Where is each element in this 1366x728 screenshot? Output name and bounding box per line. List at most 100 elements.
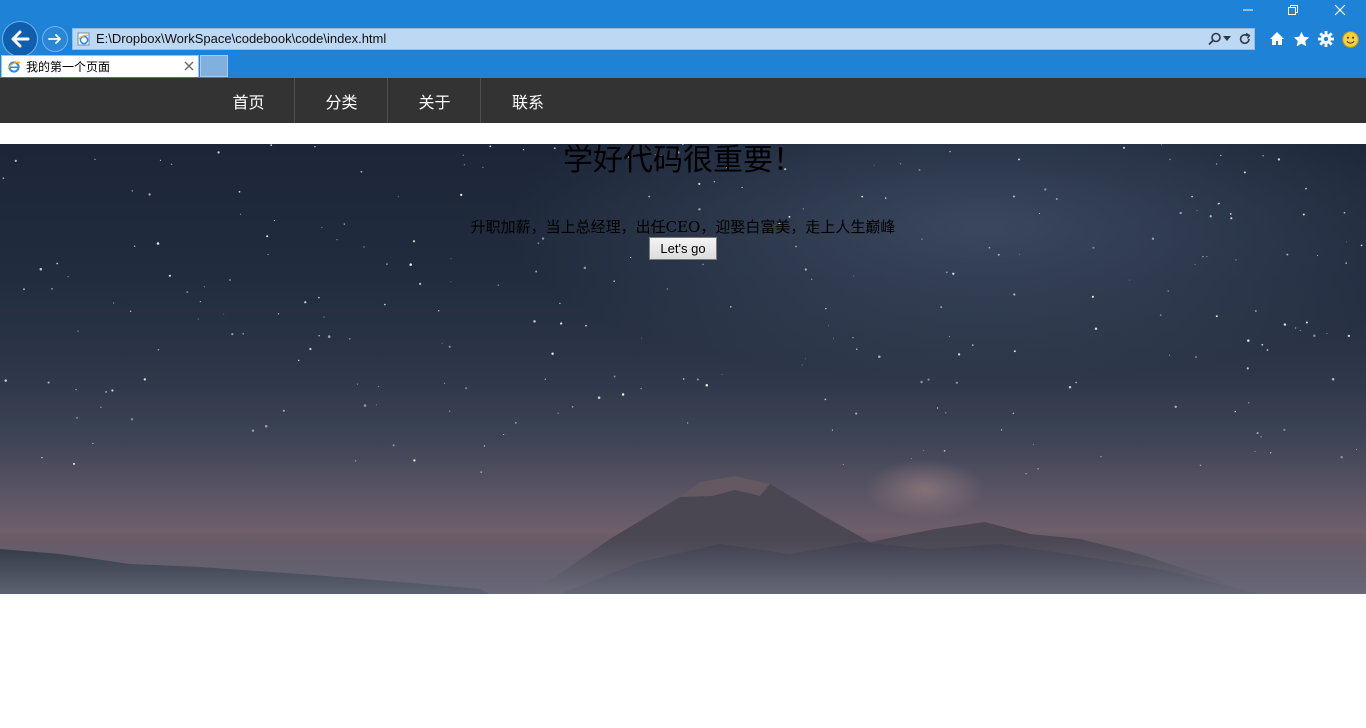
star bbox=[535, 270, 538, 273]
star bbox=[802, 208, 804, 210]
star bbox=[948, 335, 951, 338]
star bbox=[537, 242, 540, 245]
star bbox=[943, 450, 946, 452]
back-button[interactable] bbox=[2, 21, 38, 57]
tab-active[interactable]: 我的第一个页面 bbox=[1, 55, 199, 77]
star bbox=[76, 417, 78, 419]
star bbox=[541, 237, 545, 240]
star bbox=[186, 291, 189, 294]
address-bar[interactable]: E:\Dropbox\WorkSpace\codebook\code\index… bbox=[72, 28, 1255, 50]
nav-item-about[interactable]: 关于 bbox=[389, 78, 481, 123]
star bbox=[1299, 329, 1301, 331]
minimize-button[interactable] bbox=[1225, 0, 1271, 20]
star bbox=[1331, 378, 1335, 381]
star bbox=[666, 288, 668, 290]
nav-item-contact[interactable]: 联系 bbox=[482, 78, 574, 123]
star bbox=[713, 181, 716, 183]
star bbox=[1283, 428, 1286, 431]
star bbox=[450, 258, 452, 260]
home-button[interactable] bbox=[1267, 29, 1287, 49]
star bbox=[1266, 348, 1269, 352]
star bbox=[480, 471, 483, 473]
nav-item-home[interactable]: 首页 bbox=[203, 78, 295, 123]
search-icon[interactable] bbox=[1207, 31, 1223, 47]
star bbox=[1068, 385, 1072, 389]
star bbox=[583, 266, 587, 270]
star bbox=[41, 456, 43, 459]
star bbox=[1100, 455, 1102, 458]
star bbox=[1013, 293, 1016, 296]
star bbox=[251, 429, 255, 432]
star bbox=[1194, 263, 1196, 265]
star bbox=[143, 378, 146, 381]
star bbox=[39, 267, 43, 271]
star bbox=[412, 240, 416, 243]
star bbox=[557, 412, 559, 414]
star bbox=[168, 274, 172, 277]
star bbox=[1012, 412, 1015, 415]
star bbox=[533, 320, 536, 323]
forward-button[interactable] bbox=[42, 26, 68, 52]
star bbox=[559, 302, 561, 305]
arrow-right-icon bbox=[48, 34, 61, 44]
star bbox=[72, 462, 76, 465]
star bbox=[1094, 327, 1098, 331]
star bbox=[397, 196, 399, 198]
star bbox=[811, 278, 813, 280]
star bbox=[1345, 262, 1347, 264]
star bbox=[940, 306, 943, 309]
star bbox=[348, 337, 351, 340]
star bbox=[497, 284, 500, 286]
refresh-icon[interactable] bbox=[1237, 31, 1253, 47]
star bbox=[441, 342, 443, 344]
star bbox=[698, 208, 701, 211]
star bbox=[1195, 356, 1197, 358]
star bbox=[318, 335, 320, 337]
star bbox=[133, 245, 136, 248]
star bbox=[831, 429, 833, 431]
star bbox=[1256, 432, 1259, 435]
favorites-button[interactable] bbox=[1291, 29, 1311, 49]
star bbox=[878, 355, 881, 358]
feedback-button[interactable] bbox=[1340, 29, 1360, 49]
star bbox=[264, 424, 268, 428]
star bbox=[448, 345, 451, 348]
close-window-button[interactable] bbox=[1317, 0, 1363, 20]
star bbox=[1326, 333, 1328, 335]
close-icon bbox=[1334, 4, 1346, 16]
star bbox=[47, 381, 50, 384]
star bbox=[1001, 429, 1003, 431]
star bbox=[438, 310, 440, 312]
close-tab-icon[interactable] bbox=[183, 60, 195, 72]
nav-item-category[interactable]: 分类 bbox=[296, 78, 388, 123]
star bbox=[861, 195, 864, 198]
star bbox=[828, 325, 829, 327]
star bbox=[1254, 309, 1257, 313]
star bbox=[1248, 402, 1250, 404]
star bbox=[1313, 334, 1316, 337]
gear-icon bbox=[1318, 31, 1334, 47]
tools-button[interactable] bbox=[1316, 29, 1336, 49]
star bbox=[560, 322, 563, 325]
star bbox=[853, 275, 855, 277]
star bbox=[1215, 315, 1218, 318]
smiley-icon bbox=[1341, 30, 1359, 48]
star bbox=[1247, 339, 1250, 342]
star bbox=[910, 458, 912, 459]
star bbox=[1044, 188, 1047, 191]
star bbox=[1039, 212, 1041, 215]
star bbox=[805, 358, 807, 360]
chevron-down-icon[interactable] bbox=[1223, 36, 1231, 42]
star bbox=[1013, 350, 1016, 353]
new-tab-button[interactable] bbox=[200, 55, 228, 77]
star bbox=[450, 281, 452, 283]
star bbox=[1340, 456, 1343, 459]
star bbox=[51, 288, 53, 290]
lets-go-button[interactable]: Let's go bbox=[649, 237, 717, 260]
restore-button[interactable] bbox=[1270, 0, 1316, 20]
address-text[interactable]: E:\Dropbox\WorkSpace\codebook\code\index… bbox=[96, 31, 386, 47]
star bbox=[409, 263, 412, 266]
star bbox=[1191, 195, 1193, 198]
star bbox=[1305, 321, 1308, 324]
star bbox=[1092, 246, 1095, 249]
